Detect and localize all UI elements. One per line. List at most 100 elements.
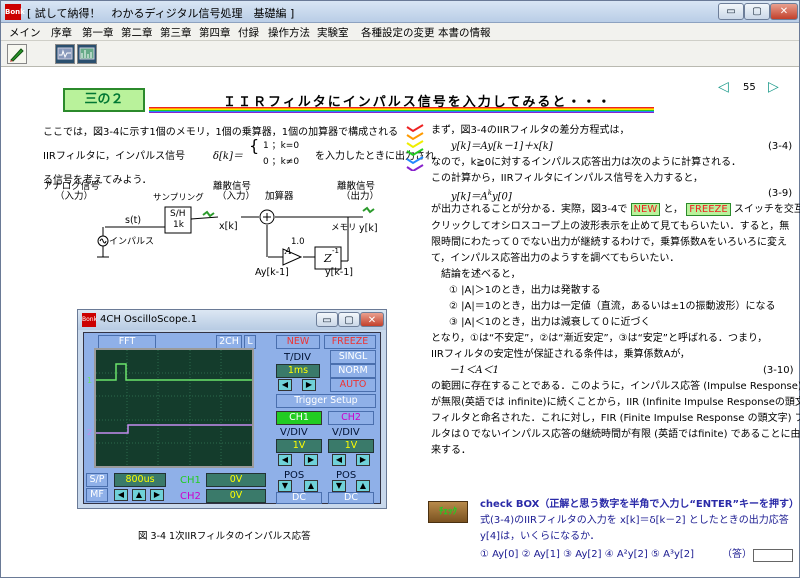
yk1-label: y[k-1] [325, 267, 354, 278]
arrow-right-icon: ▶ [359, 455, 367, 464]
equation-3-9-lhs: y[k]＝A [451, 191, 488, 203]
ch1-vdiv-up[interactable]: ▶ [304, 454, 318, 466]
right-line-14: ルタは０でないインパルス応答の継続時間が有限 (英語ではfinite) であるこ… [431, 429, 800, 440]
l-button[interactable]: L [244, 335, 256, 349]
menu-operation[interactable]: 操作方法 [268, 25, 310, 40]
ch2-button[interactable]: CH2 [328, 411, 374, 425]
scope-screen [94, 348, 254, 468]
condition-1: ① |A|＞1のとき，出力は発散する [449, 285, 601, 296]
scope-minimize-button[interactable]: ▭ [316, 312, 338, 327]
ch1-vdiv-down[interactable]: ◀ [278, 454, 292, 466]
scope-title: 4CH OscilloScope.1 [100, 314, 198, 325]
sample-rate-value: 800us [114, 473, 166, 487]
scope-panel: FFT 2CH L 1 2 NEW FREEZE T/DIV SINGL 1ms… [83, 332, 381, 504]
mf-button[interactable]: MF [86, 488, 108, 502]
arrow-right-icon: ▶ [305, 380, 313, 389]
ch1-pos-down[interactable]: ▼ [278, 480, 292, 492]
tdiv-right-button[interactable]: ▶ [302, 379, 316, 391]
time-div-value: 1ms [276, 364, 320, 378]
ch2-pos-up[interactable]: ▲ [356, 480, 370, 492]
ch1-button[interactable]: CH1 [276, 411, 322, 425]
single-button[interactable]: SINGL [330, 350, 376, 364]
right-line-2: なので，k≧0に対するインパルス応答出力は次のように計算される． [431, 157, 742, 168]
app-icon: Bonk [5, 4, 25, 20]
right-line-6: 限時間にわたって０でない出力が継続するわけで，乗算係数Aをいろいろに変え [431, 237, 787, 248]
st-label: s(t) [125, 215, 142, 226]
new-button[interactable]: NEW [276, 335, 320, 349]
scope-close-button[interactable]: ✕ [360, 312, 384, 327]
menu-intro[interactable]: 序章 [51, 25, 72, 40]
arrow-right-icon: ▶ [307, 455, 315, 464]
toolbar [1, 41, 799, 67]
tdiv-label: T/DIV [284, 352, 311, 363]
minimize-button[interactable]: ▭ [718, 3, 744, 20]
ch1-coupling-button[interactable]: DC [276, 492, 322, 504]
rate-left-button[interactable]: ◀ [114, 489, 128, 501]
z-label: Z [324, 252, 332, 265]
right-line-4b: と， [663, 204, 684, 215]
arrow-left-icon: ◀ [281, 380, 289, 389]
check-question-line-1: 式(3-4)のIIRフィルタの入力を x[k]＝δ[k－2] としたときの出力応… [480, 515, 789, 526]
2ch-button[interactable]: 2CH [216, 335, 242, 349]
sp-button[interactable]: S/P [86, 473, 108, 487]
menu-chapter-3[interactable]: 第三章 [160, 25, 192, 40]
block-diagram: アナログ信号 （入力） s(t) インパルス サンプリング S/H 1k 離散信… [33, 179, 393, 279]
oscilloscope-window[interactable]: Bonk 4CH OscilloScope.1 ▭ ▢ ✕ FFT 2CH L [77, 309, 387, 509]
ch1-marker: 1 [87, 376, 93, 385]
ch2-vdiv-down[interactable]: ◀ [332, 454, 346, 466]
answer-input[interactable] [753, 549, 793, 562]
ch2-vdiv-label: V/DIV [332, 427, 360, 438]
impulse-label: インパルス [109, 237, 155, 247]
trigger-setup-button[interactable]: Trigger Setup [276, 394, 376, 408]
menu-lab[interactable]: 実験室 [317, 25, 349, 40]
left-paragraph-line1: ここでは，図3-4に示す1個のメモリ，1個の乗算器，1個の加算器で構成される [43, 127, 399, 138]
section-tag: 三の２ [63, 88, 145, 112]
spectrum-tool-button[interactable] [77, 44, 97, 64]
delta-definition: δ[k]＝ [213, 151, 243, 162]
next-page-button[interactable]: ▷ [768, 79, 779, 95]
right-line-15: 来する． [431, 445, 471, 456]
ch2-vdiv-up[interactable]: ▶ [356, 454, 370, 466]
scope-maximize-button[interactable]: ▢ [338, 312, 360, 327]
right-line-4: が出力されることが分かる．実際，図3-4で NEW と， FREEZE スイッチ… [431, 202, 800, 217]
menu-main[interactable]: メイン [9, 25, 41, 40]
figure-caption: 図 3-4 1次IIRフィルタのインパルス応答 [138, 531, 311, 542]
menu-chapter-2[interactable]: 第二章 [121, 25, 153, 40]
scope-waveform [96, 350, 252, 466]
equation-3-4: y[k]＝Ay[k－1]＋x[k] [451, 141, 553, 152]
menu-about[interactable]: 本書の情報 [438, 25, 491, 40]
menu-chapter-1[interactable]: 第一章 [82, 25, 114, 40]
right-line-7: て，インパルス応答出力のようすを調べてもらいたい． [431, 253, 680, 264]
freeze-button[interactable]: FREEZE [324, 335, 376, 349]
ch2-vdiv-value: 1V [328, 439, 374, 453]
ch1-pos-up[interactable]: ▲ [304, 480, 318, 492]
right-line-9: となり，①は“不安定”，②は“漸近安定”，③は“安定”と呼ばれる．つまり， [431, 333, 768, 344]
close-button[interactable]: ✕ [770, 3, 798, 20]
prev-page-button[interactable]: ◁ [718, 79, 729, 95]
menu-appendix[interactable]: 付録 [238, 25, 259, 40]
rate-up-button[interactable]: ▲ [132, 489, 146, 501]
rate-right-button[interactable]: ▶ [150, 489, 164, 501]
tdiv-left-button[interactable]: ◀ [278, 379, 292, 391]
inline-new-button[interactable]: NEW [630, 203, 661, 216]
pen-tool-button[interactable] [7, 44, 27, 64]
right-line-12: が無限(英語では infinite)に続くことから，IIR (Infinite … [431, 397, 800, 408]
ch2-coupling-button[interactable]: DC [328, 492, 374, 504]
auto-button[interactable]: AUTO [330, 378, 376, 392]
title-bar: Bonk [ 試して納得！ わかるディジタル信号処理 基礎編 ] ▭ ▢ ✕ [1, 1, 799, 23]
menu-chapter-4[interactable]: 第四章 [199, 25, 231, 40]
inline-freeze-button[interactable]: FREEZE [686, 203, 731, 216]
pencil-icon [10, 48, 24, 62]
ch1-offset-label: CH1 [180, 475, 201, 486]
menu-settings[interactable]: 各種設定の変更 [361, 25, 435, 40]
normal-button[interactable]: NORM [330, 364, 376, 378]
maximize-button[interactable]: ▢ [744, 3, 770, 20]
oscilloscope-tool-button[interactable] [55, 44, 75, 64]
fft-button[interactable]: FFT [98, 335, 156, 349]
arrow-up-icon: ▲ [359, 481, 367, 490]
ch2-pos-down[interactable]: ▼ [332, 480, 346, 492]
ch1-vdiv-value: 1V [276, 439, 322, 453]
ayk-label: Ay[k-1] [255, 267, 289, 278]
z-exponent: -1 [332, 247, 339, 255]
condition-2: ② |A|＝1のとき，出力は一定値（直流，あるいは±1の振動波形）になる [449, 301, 776, 312]
